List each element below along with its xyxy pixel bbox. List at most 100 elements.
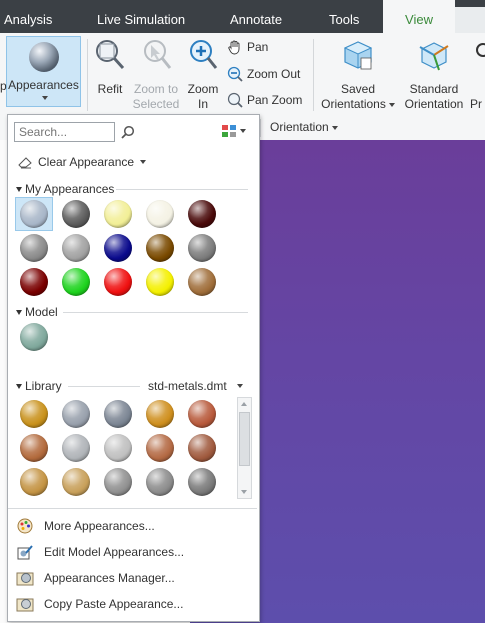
- library-source-dropdown-icon: [236, 384, 243, 388]
- view-options-button[interactable]: [221, 124, 246, 138]
- zoom-to-selected-icon: [144, 40, 172, 69]
- my-appearance-swatch[interactable]: [188, 234, 216, 262]
- more-appearances-menu-item[interactable]: More Appearances...: [8, 513, 257, 539]
- my-appearance-swatch[interactable]: [188, 268, 216, 296]
- partial-ribbon-button[interactable]: Pr: [470, 38, 485, 110]
- my-appearances-title: My Appearances: [25, 182, 115, 196]
- zoom-in-icon: [190, 40, 218, 69]
- appearances-manager-menu-item[interactable]: Appearances Manager...: [8, 565, 257, 591]
- my-appearance-swatch[interactable]: [104, 200, 132, 228]
- tab-overflow: [455, 7, 485, 33]
- partial-button-label: Pr: [470, 97, 482, 110]
- orientation-group-label: Orientation: [270, 120, 329, 134]
- library-appearance-swatch[interactable]: [146, 400, 174, 428]
- ribbon-tab-bar: Analysis Live Simulation Annotate Tools …: [0, 0, 485, 33]
- library-appearance-swatch[interactable]: [188, 400, 216, 428]
- saved-orientations-button[interactable]: Saved Orientations: [318, 38, 398, 111]
- my-appearance-swatch[interactable]: [20, 200, 48, 228]
- refit-button[interactable]: Refit: [92, 38, 128, 108]
- scroll-down-arrow-icon[interactable]: [241, 490, 247, 494]
- library-appearance-swatch[interactable]: [188, 434, 216, 462]
- search-icon[interactable]: [121, 125, 135, 139]
- appearances-gallery-panel: Clear Appearance My Appearances Model Li…: [7, 114, 260, 622]
- my-appearance-swatch[interactable]: [188, 200, 216, 228]
- section-divider: [116, 189, 248, 190]
- library-appearance-swatch[interactable]: [104, 434, 132, 462]
- saved-orientations-label-1: Saved: [340, 82, 376, 96]
- edit-appearance-icon: [17, 545, 33, 560]
- clear-appearance-label: Clear Appearance: [38, 155, 135, 169]
- my-appearance-swatch[interactable]: [20, 268, 48, 296]
- library-section-header[interactable]: Library: [16, 379, 62, 393]
- my-appearance-swatch[interactable]: [146, 200, 174, 228]
- my-appearance-swatch[interactable]: [62, 200, 90, 228]
- scroll-thumb[interactable]: [239, 412, 250, 466]
- clear-appearance-button[interactable]: Clear Appearance: [17, 155, 147, 169]
- copy-paste-appearance-label: Copy Paste Appearance...: [44, 597, 184, 611]
- appearance-sphere-icon: [28, 42, 59, 72]
- grid-view-icon: [222, 125, 236, 137]
- menu-divider: [8, 508, 257, 509]
- ribbon-separator: [260, 119, 261, 137]
- library-appearance-swatch[interactable]: [146, 434, 174, 462]
- library-appearance-swatch[interactable]: [20, 468, 48, 496]
- collapse-triangle-icon: [16, 383, 22, 389]
- library-appearance-swatch[interactable]: [20, 434, 48, 462]
- saved-orientations-icon: [343, 41, 373, 70]
- eraser-icon: [18, 157, 32, 169]
- library-appearance-swatch[interactable]: [146, 468, 174, 496]
- edit-model-appearances-menu-item[interactable]: Edit Model Appearances...: [8, 539, 257, 565]
- zoom-to-selected-button[interactable]: Zoom to Selected: [131, 38, 181, 111]
- library-title: Library: [25, 379, 62, 393]
- library-appearance-swatch[interactable]: [62, 468, 90, 496]
- scroll-up-arrow-icon[interactable]: [241, 402, 247, 406]
- tab-tools[interactable]: Tools: [329, 0, 359, 33]
- tab-annotate[interactable]: Annotate: [230, 0, 282, 33]
- library-source-label: std-metals.dmt: [148, 379, 227, 393]
- saved-orientations-dropdown-icon: [388, 102, 395, 107]
- pan-zoom-label: Pan Zoom: [247, 93, 303, 107]
- library-source-select[interactable]: std-metals.dmt: [148, 379, 243, 393]
- library-appearance-swatch[interactable]: [62, 434, 90, 462]
- my-appearance-swatch[interactable]: [62, 268, 90, 296]
- copy-paste-appearance-menu-item[interactable]: Copy Paste Appearance...: [8, 591, 257, 617]
- orientation-group-dropdown-icon: [331, 125, 338, 130]
- library-appearance-swatch[interactable]: [188, 468, 216, 496]
- ribbon-separator: [313, 39, 314, 111]
- appearances-button[interactable]: Appearances: [6, 36, 81, 107]
- partial-left-text: p: [0, 79, 7, 93]
- standard-orientation-button[interactable]: Standard Orientation: [400, 38, 468, 111]
- model-appearance-swatch[interactable]: [20, 323, 48, 351]
- pan-button[interactable]: Pan: [227, 39, 268, 55]
- library-appearance-swatch[interactable]: [62, 400, 90, 428]
- appearances-dropdown-icon: [42, 95, 48, 100]
- zoom-in-label-1: Zoom: [187, 82, 219, 96]
- zoom-out-button[interactable]: Zoom Out: [227, 66, 300, 82]
- my-appearance-swatch[interactable]: [62, 234, 90, 262]
- zoom-in-button[interactable]: Zoom In: [184, 38, 222, 111]
- my-appearance-swatch[interactable]: [20, 234, 48, 262]
- saved-orientations-label-2: Orientations: [321, 97, 386, 111]
- library-appearance-swatch[interactable]: [104, 400, 132, 428]
- tab-live-simulation[interactable]: Live Simulation: [97, 0, 185, 33]
- appearance-search-input[interactable]: [14, 122, 115, 142]
- my-appearance-swatch[interactable]: [104, 268, 132, 296]
- orientation-group-button[interactable]: Orientation: [270, 119, 338, 139]
- model-section-header[interactable]: Model: [16, 305, 58, 319]
- library-appearance-swatch[interactable]: [20, 400, 48, 428]
- my-appearance-swatch[interactable]: [104, 234, 132, 262]
- my-appearance-swatch[interactable]: [146, 268, 174, 296]
- my-appearance-swatch[interactable]: [146, 234, 174, 262]
- tab-view[interactable]: View: [383, 0, 455, 33]
- palette-icon: [17, 518, 33, 534]
- pan-zoom-button[interactable]: Pan Zoom: [227, 92, 302, 108]
- library-scrollbar[interactable]: [237, 397, 252, 499]
- my-appearances-section-header[interactable]: My Appearances: [16, 182, 114, 196]
- appearances-manager-label: Appearances Manager...: [44, 571, 175, 585]
- pan-zoom-icon: [227, 92, 243, 108]
- zoom-to-selected-label-2: Selected: [132, 97, 180, 111]
- library-appearance-swatch[interactable]: [104, 468, 132, 496]
- tab-analysis[interactable]: Analysis: [4, 0, 52, 33]
- zoom-to-selected-label-1: Zoom to: [133, 82, 178, 96]
- more-appearances-label: More Appearances...: [44, 519, 155, 533]
